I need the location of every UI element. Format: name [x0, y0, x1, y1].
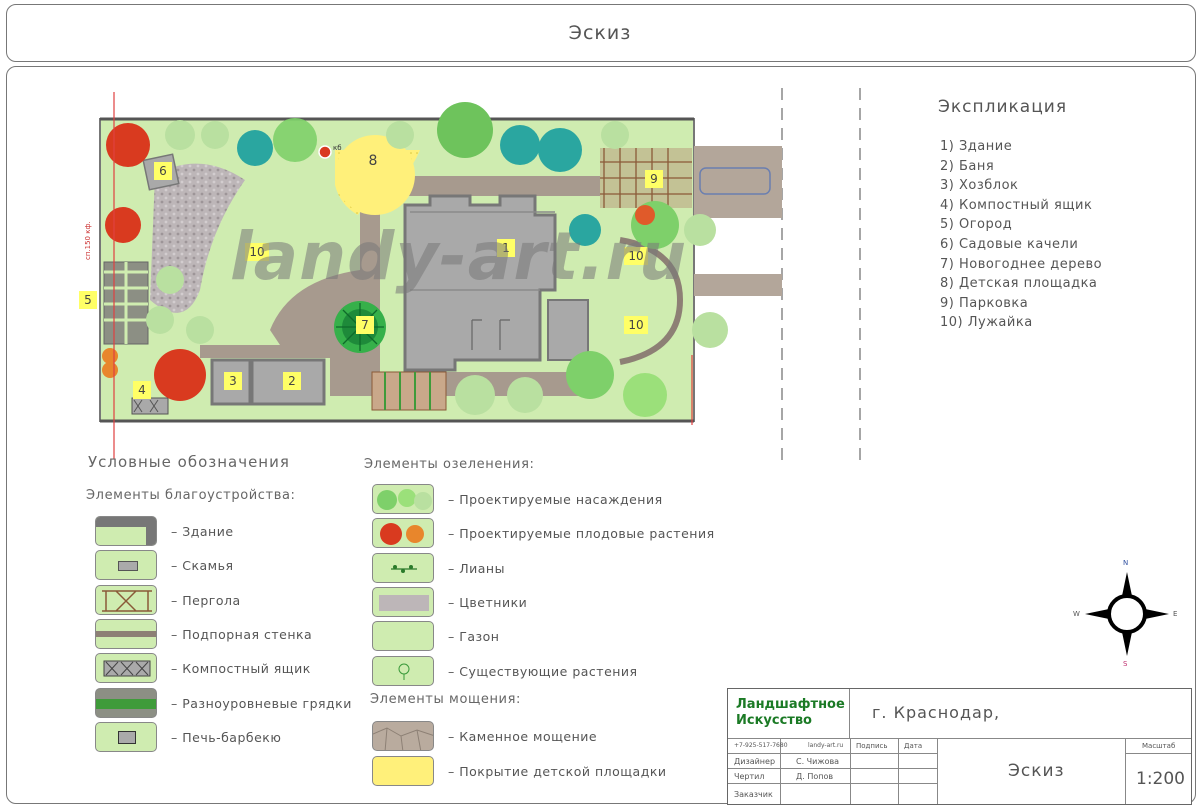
legend-label: – Существующие растения [448, 663, 638, 679]
legend-row: – Разноуровневые грядки [95, 688, 352, 718]
existing-tree [318, 145, 332, 159]
zone-label: 7 [356, 316, 374, 334]
sheet-name: Эскиз [1008, 761, 1065, 781]
drafter-name: Д. Попов [796, 772, 834, 781]
legend-row: – Компостный ящик [95, 653, 311, 683]
improvement-title: Элементы благоустройства: [86, 488, 296, 503]
planned-plants-swatch [372, 484, 434, 514]
legend-label: – Разноуровневые грядки [171, 695, 352, 711]
playground-surface-swatch [372, 756, 434, 786]
designer-name: С. Чижова [796, 757, 840, 766]
pergola-swatch [95, 585, 157, 615]
legend-label: – Газон [448, 628, 500, 644]
title-block: Ландшафтное Искусство г. Краснодар, +7-9… [727, 688, 1192, 805]
explication-item: 8) Детская площадка [940, 276, 1098, 292]
legend-row: – Покрытие детской площадки [372, 756, 667, 786]
zone-label: 6 [154, 162, 172, 180]
retaining-wall-swatch [95, 619, 157, 649]
side-note: сп.150 кф. [84, 221, 92, 260]
designer-role: Дизайнер [734, 757, 776, 766]
legend-label: – Покрытие детской площадки [448, 763, 667, 779]
compass-w: W [1073, 610, 1080, 618]
legend-label: – Каменное мощение [448, 728, 598, 744]
city: г. Краснодар, [872, 703, 1001, 722]
zone-label: 8 [368, 153, 378, 169]
legend-row: – Каменное мощение [372, 721, 597, 751]
zone-label: 9 [645, 170, 663, 188]
paving-title: Элементы мощения: [370, 692, 522, 707]
explication-item: 7) Новогоднее дерево [940, 256, 1103, 272]
legend-row: – Лианы [372, 553, 505, 583]
explication-item: 10) Лужайка [940, 315, 1033, 331]
phone: +7-925-517-7680 [734, 742, 788, 749]
legend-row: – Газон [372, 621, 499, 651]
explication-item: 9) Парковка [940, 295, 1029, 311]
explication-item: 5) Огород [940, 217, 1013, 233]
compass-e: E [1173, 610, 1178, 618]
lawn-swatch [372, 621, 434, 651]
legend-label: – Компостный ящик [171, 660, 311, 676]
compass-n: N [1123, 559, 1129, 567]
fruit-plants-swatch [372, 518, 434, 548]
scale-value: 1:200 [1136, 769, 1185, 789]
legend-row: – Печь-барбекю [95, 722, 281, 752]
existing-plants-swatch [372, 656, 434, 686]
legend-title: Условные обозначения [88, 453, 290, 471]
logo-line1: Ландшафтное [736, 697, 845, 712]
legend-label: – Здание [171, 523, 234, 539]
explication-item: 2) Баня [940, 158, 995, 174]
stone-paving-swatch [372, 721, 434, 751]
col-date: Дата [904, 742, 923, 750]
explication-item: 3) Хозблок [940, 178, 1019, 194]
compass-rose [1085, 572, 1169, 656]
legend-label: – Проектируемые насаждения [448, 491, 663, 507]
legend-row: – Существующие растения [372, 656, 638, 686]
greening-title: Элементы озеленения: [364, 457, 535, 472]
explication-item: 6) Садовые качели [940, 236, 1079, 252]
col-signature: Подпись [856, 742, 888, 750]
legend-row: – Здание [95, 516, 234, 546]
legend-label: – Пергола [171, 592, 241, 608]
logo-line2: Искусство [736, 713, 812, 728]
legend-row: – Проектируемые насаждения [372, 484, 663, 514]
bbq-oven-swatch [95, 722, 157, 752]
site: landy-art.ru [808, 742, 844, 749]
legend-label: – Проектируемые плодовые растения [448, 525, 715, 541]
zone-label: 5 [79, 291, 97, 309]
legend-label: – Цветники [448, 594, 528, 610]
compass-s: S [1123, 660, 1128, 668]
client-role: Заказчик [734, 790, 773, 799]
explication-item: 1) Здание [940, 139, 1013, 154]
zone-label: 4 [133, 381, 151, 399]
explication-title: Экспликация [938, 97, 1068, 117]
compost-box-swatch [95, 653, 157, 683]
drafter-role: Чертил [734, 772, 765, 781]
vines-swatch [372, 553, 434, 583]
watermark: landy-art.ru [230, 218, 688, 295]
legend-row: – Цветники [372, 587, 527, 617]
col-scale: Масштаб [1142, 742, 1176, 750]
tree-note: кб [333, 144, 342, 152]
explication-item: 4) Компостный ящик [940, 197, 1093, 213]
building-swatch [95, 516, 157, 546]
legend-row: – Подпорная стенка [95, 619, 312, 649]
legend-label: – Печь-барбекю [171, 729, 282, 745]
legend-row: – Пергола [95, 585, 241, 615]
legend-label: – Лианы [448, 560, 505, 576]
legend-label: – Подпорная стенка [171, 626, 313, 642]
zone-label: 3 [224, 372, 242, 390]
legend-row: – Скамья [95, 550, 233, 580]
flowerbeds-swatch [372, 587, 434, 617]
bench-swatch [95, 550, 157, 580]
raised-beds-swatch [95, 688, 157, 718]
explication-list: 1) Здание 2) Баня 3) Хозблок 4) Компостн… [940, 137, 1102, 333]
legend-label: – Скамья [171, 557, 234, 573]
legend-row: – Проектируемые плодовые растения [372, 518, 715, 548]
zone-label: 2 [283, 372, 301, 390]
zone-label: 10 [624, 316, 648, 334]
